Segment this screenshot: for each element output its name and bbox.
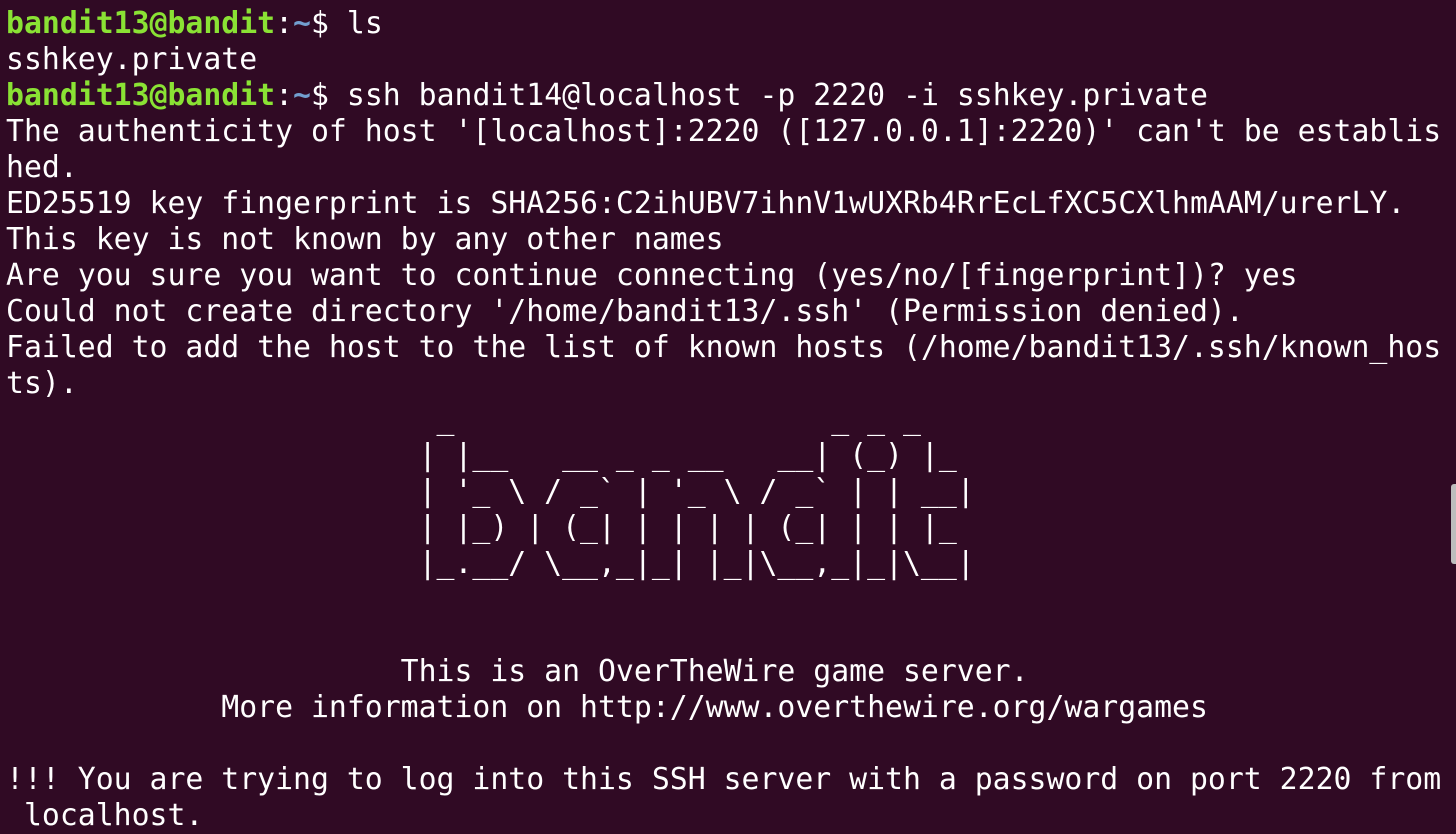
prompt-line-1: bandit13@bandit:~$ ls: [6, 6, 1456, 42]
output-line: sshkey.private: [6, 42, 258, 77]
prompt-path: ~: [293, 6, 311, 41]
output-line: ED25519 key fingerprint is SHA256:C2ihUB…: [6, 186, 1406, 221]
more-info-line: More information on http://www.overthewi…: [6, 690, 1208, 725]
prompt-separator: :: [275, 6, 294, 41]
output-line: Failed to add the host to the list of kn…: [6, 330, 1442, 365]
output-line: Are you sure you want to continue connec…: [6, 258, 1298, 293]
prompt-user-host: bandit13@bandit: [6, 6, 276, 41]
prompt-line-2: bandit13@bandit:~$ ssh bandit14@localhos…: [6, 78, 1456, 114]
command-text: ls: [346, 6, 383, 41]
bandit-ascii-banner: _ _ _ _ | |__ __ _ _ __ __| (_) |_ | '_ …: [418, 402, 975, 581]
prompt-user-host: bandit13@bandit: [6, 78, 276, 113]
output-line: Could not create directory '/home/bandit…: [6, 294, 1244, 329]
scrollbar-thumb[interactable]: [1451, 484, 1456, 564]
prompt-dollar: $: [311, 78, 347, 113]
command-text: ssh bandit14@localhost -p 2220 -i sshkey…: [346, 78, 1208, 113]
prompt-dollar: $: [311, 6, 347, 41]
output-line: The authenticity of host '[localhost]:22…: [6, 114, 1442, 149]
prompt-path: ~: [293, 78, 311, 113]
prompt-separator: :: [275, 78, 294, 113]
output-line: hed.: [6, 150, 78, 185]
output-line: ts).: [6, 366, 78, 401]
warning-line: localhost.: [6, 798, 204, 833]
output-line: This key is not known by any other names: [6, 222, 724, 257]
warning-line: !!! You are trying to log into this SSH …: [6, 762, 1442, 797]
game-server-notice: This is an OverTheWire game server.: [6, 654, 1029, 689]
terminal-window[interactable]: bandit13@bandit:~$ ls sshkey.private ban…: [0, 0, 1456, 834]
